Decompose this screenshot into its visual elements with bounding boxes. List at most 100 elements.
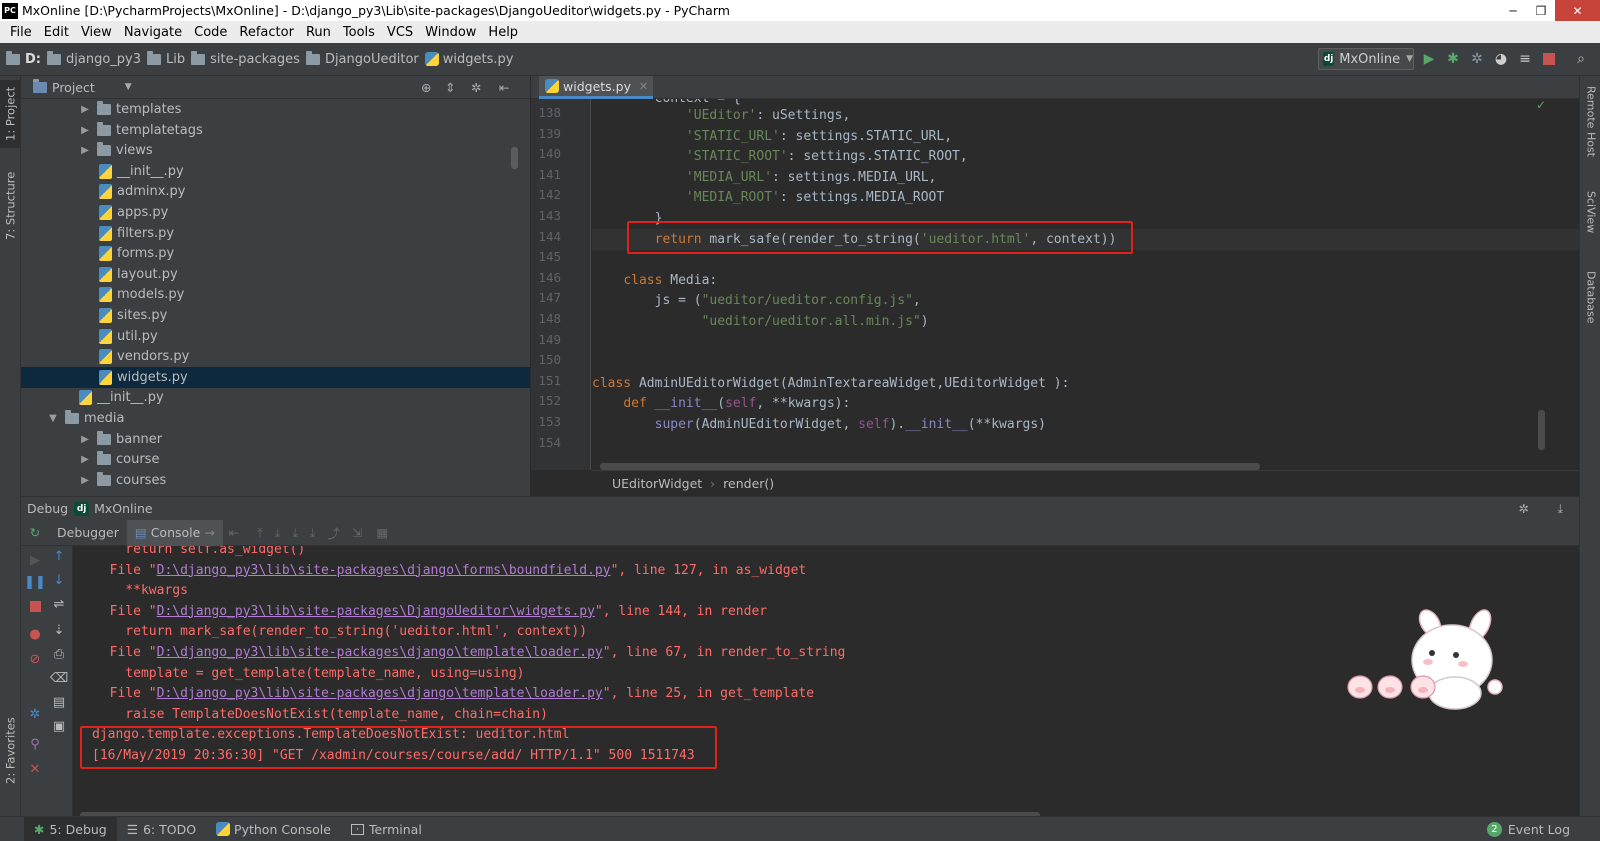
resume-icon[interactable]: ▶ <box>27 552 43 568</box>
profile-icon[interactable]: ◕ <box>1492 50 1510 68</box>
hide-panel-icon[interactable]: ⇤ <box>499 80 509 95</box>
tool-tab-python-console[interactable]: Python Console <box>206 817 341 841</box>
close-icon[interactable]: ✕ <box>1555 0 1600 21</box>
tree-file[interactable]: filters.py <box>21 223 530 244</box>
minimize-icon[interactable]: ─ <box>1499 0 1527 21</box>
pin-tab-icon[interactable]: ⚲ <box>27 736 43 752</box>
tree-file[interactable]: models.py <box>21 284 530 305</box>
menu-tools[interactable]: Tools <box>337 25 381 40</box>
run-configuration-select[interactable]: dj MxOnline ▼ <box>1318 48 1414 70</box>
chevron-down-icon[interactable]: ▼ <box>125 82 132 92</box>
debug-config-tab[interactable]: MxOnline <box>94 501 153 516</box>
tool-tab-project[interactable]: 1: Project <box>0 80 21 148</box>
stop-icon[interactable] <box>27 598 43 614</box>
tool-tab-debug[interactable]: ✱ 5: Debug <box>24 816 117 841</box>
tool-tab-todo[interactable]: ☰ 6: TODO <box>117 817 206 841</box>
step-into-my-code-icon[interactable]: ⤓ <box>292 525 298 541</box>
tree-file[interactable]: __init__.py <box>21 161 530 182</box>
tree-folder[interactable]: ▶ templatetags <box>21 120 530 141</box>
stop-icon[interactable] <box>1540 50 1558 68</box>
tree-folder[interactable]: ▶ views <box>21 140 530 161</box>
breadcrumb-method[interactable]: render() <box>723 476 774 491</box>
close-icon[interactable]: ✕ <box>27 761 43 777</box>
up-arrow-icon[interactable]: ↑ <box>51 548 67 564</box>
project-view-select[interactable]: Project <box>52 80 95 95</box>
run-to-cursor-icon[interactable]: ⇲ <box>352 525 362 540</box>
build-icon[interactable]: ≡ <box>1516 50 1534 68</box>
tree-file[interactable]: sites.py <box>21 305 530 326</box>
debug-icon[interactable]: ✱ <box>1444 50 1462 68</box>
traceback-file-link[interactable]: D:\django_py3\lib\site-packages\django\t… <box>157 645 603 660</box>
tool-tab-database[interactable]: Database <box>1581 271 1600 341</box>
breadcrumb-drive[interactable]: D: <box>6 50 41 67</box>
editor-vertical-scrollbar[interactable] <box>1538 410 1545 450</box>
collapse-all-icon[interactable]: ⇕ <box>445 80 455 95</box>
editor-horizontal-scrollbar[interactable] <box>600 463 1260 470</box>
run-icon[interactable]: ▶ <box>1420 50 1438 68</box>
force-step-into-icon[interactable]: ⤓ <box>310 525 316 541</box>
tree-file[interactable]: layout.py <box>21 264 530 285</box>
tool-tab-structure[interactable]: 7: Structure <box>0 166 21 246</box>
locate-icon[interactable]: ⊕ <box>421 80 431 95</box>
tree-file[interactable]: adminx.py <box>21 181 530 202</box>
step-into-icon[interactable]: ⤓ <box>275 525 281 541</box>
tree-folder[interactable]: ▶ courses <box>21 470 530 491</box>
chevron-right-icon[interactable]: ▶ <box>79 454 91 465</box>
tab-widgets-py[interactable]: widgets.py ✕ <box>539 76 653 99</box>
menu-refactor[interactable]: Refactor <box>233 25 300 40</box>
menu-run[interactable]: Run <box>300 25 337 40</box>
print-icon[interactable]: ⎙ <box>51 646 67 662</box>
show-variables-icon[interactable]: ▤ <box>51 694 67 710</box>
menu-window[interactable]: Window <box>419 25 482 40</box>
menu-navigate[interactable]: Navigate <box>118 25 188 40</box>
search-icon[interactable]: ⌕ <box>1572 50 1590 68</box>
menu-view[interactable]: View <box>75 25 118 40</box>
chevron-down-icon[interactable]: ▼ <box>47 413 59 424</box>
down-arrow-icon[interactable]: ↓ <box>51 572 67 588</box>
step-out-icon[interactable]: ⤴ <box>327 523 340 542</box>
tool-tab-terminal[interactable]: › Terminal <box>341 817 432 841</box>
step-over-icon[interactable]: ⤒ <box>257 525 263 541</box>
tree-folder[interactable]: ▼ media <box>21 408 530 429</box>
traceback-file-link[interactable]: D:\django_py3\lib\site-packages\DjangoUe… <box>157 604 595 619</box>
chevron-right-icon[interactable]: ▶ <box>79 434 91 445</box>
traceback-file-link[interactable]: D:\django_py3\lib\site-packages\django\t… <box>157 686 603 701</box>
maximize-icon[interactable]: ❐ <box>1527 0 1555 21</box>
tool-tab-favorites[interactable]: 2: Favorites <box>0 711 21 791</box>
tree-folder[interactable]: ▶ templates <box>21 99 530 120</box>
breadcrumb-djangoueditor[interactable]: DjangoUeditor <box>305 50 419 67</box>
menu-help[interactable]: Help <box>482 25 524 40</box>
gear-icon[interactable]: ✲ <box>471 80 481 95</box>
view-breakpoints-icon[interactable]: ● <box>27 626 43 642</box>
scroll-to-end-icon[interactable]: ⇣ <box>51 622 67 638</box>
breadcrumb-site-packages[interactable]: site-packages <box>191 50 300 67</box>
breadcrumb-lib[interactable]: Lib <box>147 50 185 67</box>
coverage-icon[interactable]: ✲ <box>1468 50 1486 68</box>
tool-tab-remote-host[interactable]: Remote Host <box>1581 86 1600 171</box>
tree-file[interactable]: apps.py <box>21 202 530 223</box>
gear-icon[interactable]: ✲ <box>1519 501 1529 516</box>
command-line-icon[interactable]: ▣ <box>51 718 67 734</box>
chevron-right-icon[interactable]: ▶ <box>79 475 91 486</box>
breadcrumb-class[interactable]: UEditorWidget <box>612 476 702 491</box>
breadcrumb-widgets-py[interactable]: widgets.py <box>424 52 513 67</box>
close-tab-icon[interactable]: ✕ <box>639 80 648 93</box>
menu-vcs[interactable]: VCS <box>381 25 419 40</box>
menu-file[interactable]: File <box>4 25 38 40</box>
breadcrumb-django-py3[interactable]: django_py3 <box>47 50 141 67</box>
soft-wrap-icon[interactable]: ⇌ <box>51 596 67 612</box>
show-execution-point-icon[interactable]: ⇤ <box>229 525 239 540</box>
tree-file[interactable]: forms.py <box>21 243 530 264</box>
traceback-file-link[interactable]: D:\django_py3\lib\site-packages\django\f… <box>157 563 611 578</box>
tree-file[interactable]: vendors.py <box>21 346 530 367</box>
tree-file[interactable]: util.py <box>21 326 530 347</box>
clear-all-icon[interactable]: ⌫ <box>50 670 68 686</box>
tool-tab-sciview[interactable]: SciView <box>1581 191 1600 261</box>
evaluate-expression-icon[interactable]: ▦ <box>376 525 388 540</box>
pause-icon[interactable]: ❚❚ <box>24 574 46 590</box>
settings-icon[interactable]: ✲ <box>27 706 43 722</box>
event-log-button[interactable]: 2 Event Log <box>1486 817 1570 841</box>
tree-folder[interactable]: ▶ banner <box>21 429 530 450</box>
chevron-right-icon[interactable]: ▶ <box>79 104 91 115</box>
tree-vertical-scrollbar[interactable] <box>511 147 518 169</box>
